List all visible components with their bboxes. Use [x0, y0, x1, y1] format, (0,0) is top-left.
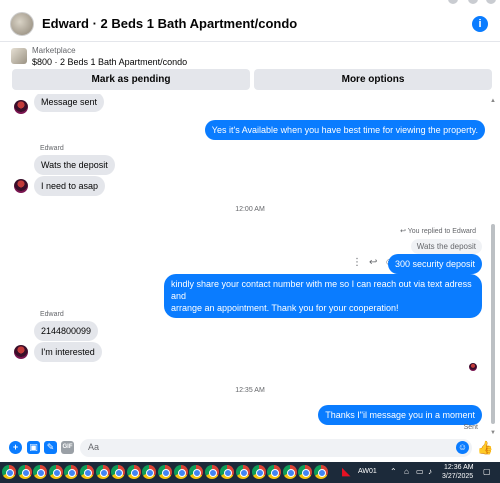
composer: + ▣ ✎ GIF Aa ☺ 👍 — [0, 436, 500, 461]
browser-app-icon[interactable] — [189, 465, 204, 479]
message-bubble-outgoing: kindly share your contact number with me… — [164, 274, 482, 318]
network-icon[interactable]: ⌂ — [404, 467, 409, 476]
message-line: arrange an appointment. Thank you for yo… — [171, 303, 399, 313]
sender-name: Edward — [40, 145, 64, 152]
message-bubble-incoming: I need to asap — [34, 176, 106, 196]
notification-icon[interactable]: ▢ — [483, 467, 491, 476]
message-bubble-outgoing: Yes it's Available when you have best ti… — [204, 120, 485, 140]
marketplace-label: Marketplace — [32, 46, 76, 55]
taskbar-app-label[interactable]: AW01 — [358, 468, 377, 475]
browser-app-icon[interactable] — [158, 465, 172, 479]
message-bubble-outgoing: 300 security deposit — [387, 254, 482, 274]
thumbs-up-icon[interactable]: 👍 — [477, 441, 493, 454]
timestamp: 12:00 AM — [235, 206, 265, 213]
message-bubble-incoming: 2144800099 — [34, 321, 99, 341]
info-icon[interactable]: i — [472, 16, 488, 32]
more-vertical-icon[interactable]: ⋮ — [352, 257, 362, 268]
scrollbar-thumb[interactable] — [491, 224, 495, 424]
browser-app-icon[interactable] — [314, 465, 328, 479]
volume-icon[interactable]: ♪ — [428, 467, 432, 476]
os-taskbar: ◣ AW01 ⌃ ⌂ ▭ ♪ 12:36 AM 3/27/2025 ▢ — [0, 462, 500, 483]
browser-app-icon[interactable] — [173, 465, 188, 479]
marketplace-listing[interactable]: Marketplace $800 · 2 Beds 1 Bath Apartme… — [0, 43, 500, 68]
chat-header: Edward · 2 Beds 1 Bath Apartment/condo i — [0, 6, 500, 42]
app-icon[interactable]: ◣ — [342, 465, 350, 478]
image-icon[interactable]: ▣ — [27, 441, 40, 454]
browser-app-icon[interactable] — [17, 465, 32, 479]
browser-app-icon[interactable] — [251, 465, 266, 479]
minimized-chat-head[interactable] — [448, 0, 458, 4]
browser-app-icon[interactable] — [64, 465, 79, 479]
minimized-chat-head[interactable] — [486, 0, 496, 4]
listing-actions: Mark as pending More options — [12, 69, 492, 90]
browser-app-icon[interactable] — [220, 465, 235, 479]
chevron-up-icon[interactable]: ⌃ — [390, 467, 397, 476]
chat-title[interactable]: Edward · 2 Beds 1 Bath Apartment/condo — [42, 16, 297, 31]
browser-app-icon[interactable] — [80, 465, 94, 479]
emoji-icon[interactable]: ☺ — [456, 441, 469, 454]
message-bubble-incoming: I'm interested — [34, 342, 102, 362]
reply-quote: Wats the deposit — [410, 239, 482, 254]
thread-scrollbar[interactable]: ▲ ▼ — [490, 98, 496, 436]
message-line: kindly share your contact number with me… — [171, 279, 472, 301]
clock-time[interactable]: 12:36 AM — [444, 464, 474, 471]
sender-name: Edward — [40, 311, 64, 318]
listing-thumbnail — [11, 48, 27, 64]
browser-app-icon[interactable] — [298, 465, 313, 479]
display-icon[interactable]: ▭ — [416, 467, 424, 476]
browser-app-icon[interactable] — [33, 465, 48, 479]
listing-avatar[interactable] — [10, 11, 34, 36]
browser-app-icon[interactable] — [142, 465, 157, 479]
listing-title: $800 · 2 Beds 1 Bath Apartment/condo — [32, 57, 188, 67]
browser-app-icon[interactable] — [236, 465, 250, 479]
more-options-button[interactable]: More options — [254, 69, 492, 90]
message-input[interactable]: Aa — [80, 439, 472, 457]
browser-app-icon[interactable] — [126, 465, 141, 479]
browser-app-icon[interactable] — [95, 465, 110, 479]
contact-avatar[interactable] — [14, 100, 28, 114]
browser-app-icon[interactable] — [267, 465, 282, 479]
message-bubble-outgoing: Thanks I"il message you in a moment — [318, 405, 482, 425]
message-bubble-incoming: Wats the deposit — [34, 155, 115, 175]
clock-date[interactable]: 3/27/2025 — [442, 473, 473, 480]
message-bubble-incoming: Message sent — [34, 94, 105, 112]
sticker-icon[interactable]: ✎ — [44, 441, 57, 454]
plus-icon[interactable]: + — [9, 441, 22, 454]
scroll-up-icon[interactable]: ▲ — [490, 98, 496, 104]
reply-note: ↩ You replied to Edward — [400, 228, 476, 235]
message-status: Sent — [463, 424, 478, 431]
read-receipt-avatar — [469, 363, 477, 371]
minimized-chat-head[interactable] — [468, 0, 478, 4]
reply-note-text: You replied to Edward — [407, 228, 476, 235]
mark-as-pending-button[interactable]: Mark as pending — [12, 69, 250, 90]
browser-app-icon[interactable] — [282, 465, 297, 479]
timestamp: 12:35 AM — [235, 387, 265, 394]
gif-icon[interactable]: GIF — [61, 441, 74, 454]
reply-icon[interactable]: ↩ — [369, 257, 377, 268]
browser-app-icon[interactable] — [204, 465, 219, 479]
contact-avatar[interactable] — [14, 179, 28, 193]
contact-avatar[interactable] — [14, 345, 28, 359]
browser-app-icon[interactable] — [48, 465, 63, 479]
message-thread: Message sent Yes it's Available when you… — [0, 94, 500, 433]
browser-app-icon[interactable] — [111, 465, 126, 479]
browser-app-icon[interactable] — [2, 465, 16, 479]
